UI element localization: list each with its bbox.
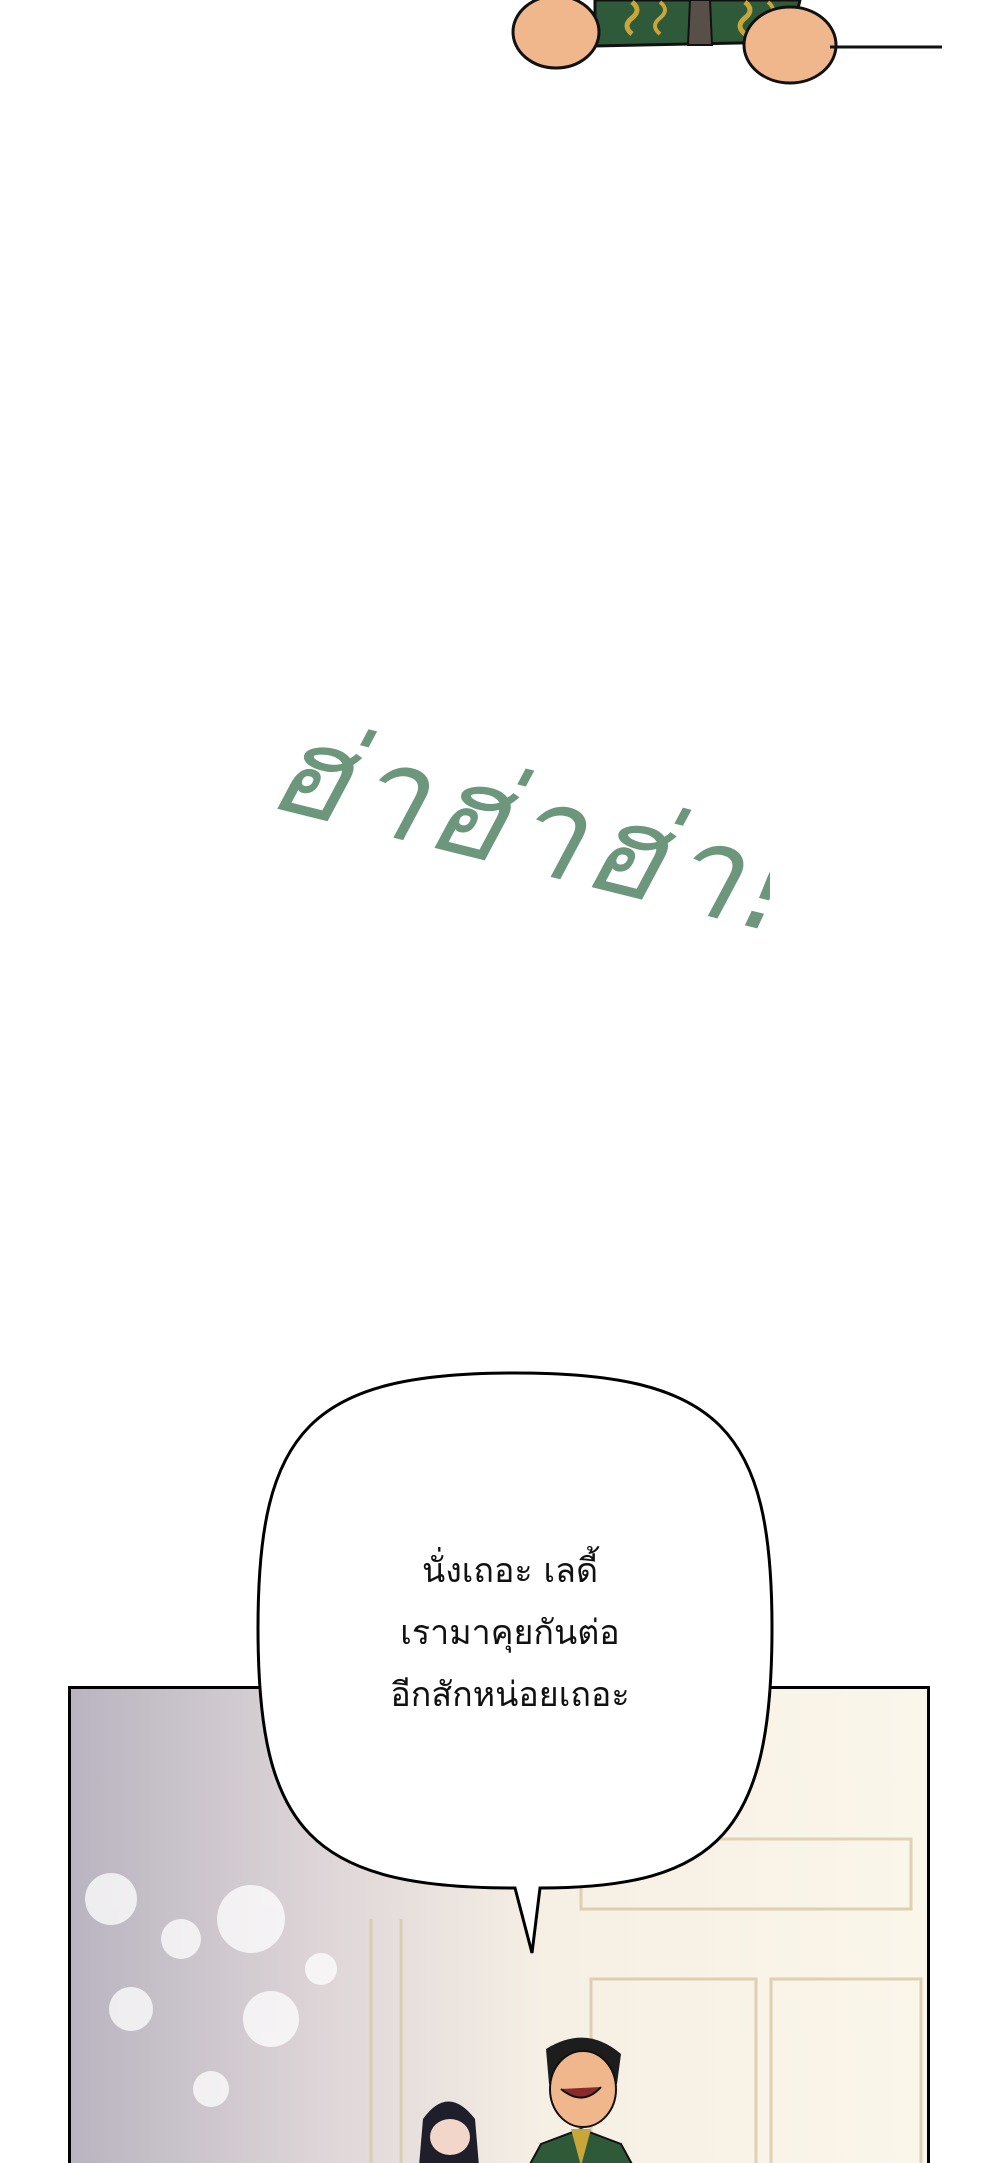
speech-line-3: อีกสักหน่อยเถอะ	[390, 1675, 630, 1715]
sound-effect-text: ฮ่าฮ่าฮ่า!	[256, 700, 770, 967]
speech-bubble-text: นั่งเถอะ เลดี้ เรามาคุยกันต่อ อีกสักหน่อ…	[340, 1540, 680, 1726]
right-hand	[742, 5, 838, 85]
speech-line-2: เรามาคุยกันต่อ	[400, 1613, 620, 1653]
man-character	[529, 2037, 633, 2163]
top-character-crop	[500, 0, 950, 90]
girl-character	[419, 2101, 479, 2163]
laugh-sound-effect: ฮ่าฮ่าฮ่า!	[230, 691, 819, 1080]
speech-line-1: นั่งเถอะ เลดี้	[421, 1551, 599, 1591]
left-hand	[511, 0, 601, 70]
